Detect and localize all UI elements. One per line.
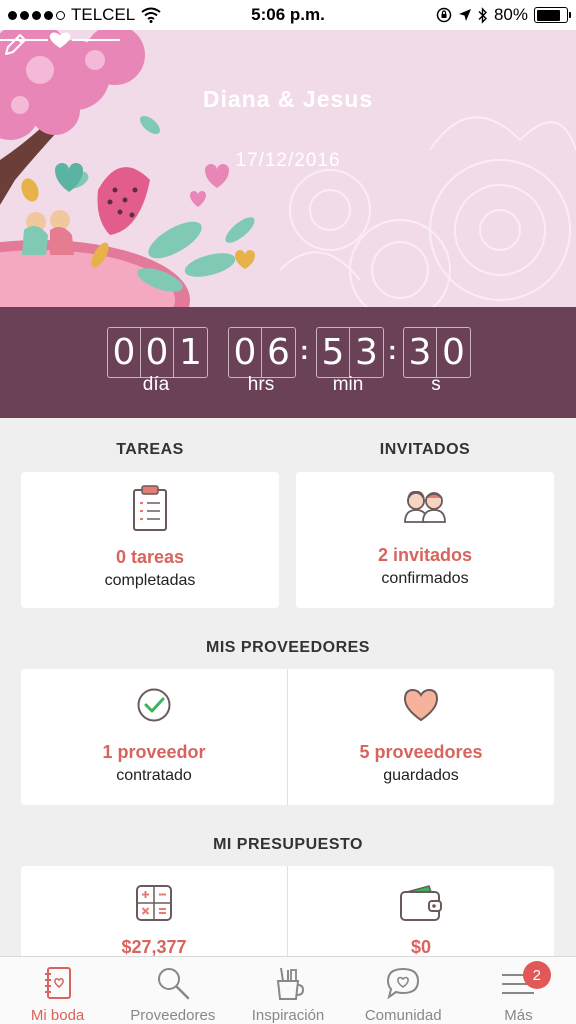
spent-budget-value: $0 bbox=[410, 937, 432, 957]
search-icon bbox=[157, 968, 190, 1000]
seconds-digit: 3 bbox=[404, 328, 437, 377]
vendors-card: 1 proveedor contratado 5 proveedores gua… bbox=[21, 669, 554, 805]
tab-label: Mi boda bbox=[30, 1007, 85, 1024]
saved-vendors-label: guardados bbox=[383, 767, 459, 784]
hired-vendors-count: 1 proveedor bbox=[102, 742, 206, 762]
days-digit: 0 bbox=[141, 328, 174, 377]
tab-label: Proveedores bbox=[130, 1007, 216, 1024]
notification-badge: 2 bbox=[522, 961, 551, 989]
status-time: 5:06 p.m. bbox=[251, 5, 325, 24]
seconds-counter: 3 0 bbox=[403, 327, 471, 378]
minutes-label: min bbox=[332, 374, 364, 395]
tasks-label: completadas bbox=[104, 572, 196, 589]
days-label: día bbox=[142, 374, 170, 395]
days-digit: 0 bbox=[108, 328, 141, 377]
hours-counter: 0 6 bbox=[228, 327, 296, 378]
vendors-section-title: MIS PROVEEDORES bbox=[206, 639, 370, 656]
days-digit: 1 bbox=[179, 332, 202, 373]
tasks-count: 0 tareas bbox=[115, 547, 185, 567]
estimated-budget-value: $27,377 bbox=[121, 937, 187, 957]
heart-chat-icon bbox=[387, 967, 420, 1000]
tab-label: Inspiración bbox=[251, 1007, 325, 1024]
signal-strength-icon bbox=[8, 10, 65, 20]
saved-vendors-count: 5 proveedores bbox=[359, 742, 483, 762]
time-separator: : bbox=[388, 335, 397, 365]
estimated-budget-cell[interactable]: $27,377 bbox=[21, 884, 287, 958]
hired-vendors-label: contratado bbox=[116, 767, 192, 784]
seconds-digit: 0 bbox=[442, 332, 465, 373]
tab-proveedores[interactable]: Proveedores bbox=[115, 957, 230, 1024]
status-bar: TELCEL 5:06 p.m. 80% bbox=[0, 0, 576, 30]
minutes-digit: 3 bbox=[355, 332, 378, 373]
guests-count: 2 invitados bbox=[377, 545, 473, 565]
battery-percent: 80% bbox=[493, 5, 528, 24]
budget-section-title: MI PRESUPUESTO bbox=[213, 836, 363, 853]
carrier-name: TELCEL bbox=[71, 5, 136, 24]
wallet-icon bbox=[400, 885, 442, 921]
calculator-icon bbox=[136, 885, 172, 921]
hours-digit: 0 bbox=[229, 328, 262, 377]
battery-icon bbox=[534, 7, 571, 23]
tab-comunidad[interactable]: Comunidad bbox=[346, 957, 461, 1024]
bottom-tab-bar: Mi boda Proveedores Inspiración Comunida… bbox=[0, 956, 576, 1024]
tab-label: Más bbox=[504, 1007, 533, 1024]
wedding-date: 17/12/2016 bbox=[235, 150, 341, 171]
location-arrow-icon bbox=[458, 9, 471, 21]
tasks-card[interactable]: 0 tareas completadas bbox=[21, 472, 279, 608]
hired-vendors-cell[interactable]: 1 proveedor contratado bbox=[21, 687, 287, 785]
notebook-icon bbox=[44, 967, 71, 999]
budget-card: $27,377 $0 bbox=[21, 866, 554, 966]
tasks-section-title: TAREAS bbox=[116, 441, 184, 458]
seconds-label: s bbox=[431, 374, 441, 395]
clipboard-checklist-icon bbox=[133, 485, 167, 531]
tab-inspiracion[interactable]: Inspiración bbox=[230, 957, 345, 1024]
couple-names: Diana & Jesus bbox=[202, 86, 374, 112]
minutes-digit: 5 bbox=[317, 328, 350, 377]
days-counter: 0 0 1 bbox=[107, 327, 208, 378]
rotation-lock-icon bbox=[436, 7, 452, 23]
guests-section-title: INVITADOS bbox=[379, 441, 471, 458]
bluetooth-icon bbox=[478, 6, 487, 24]
check-circle-icon bbox=[137, 688, 171, 722]
spent-budget-cell[interactable]: $0 bbox=[288, 884, 554, 958]
hero-banner: Diana & Jesus 17/12/2016 bbox=[0, 30, 576, 307]
minutes-counter: 5 3 bbox=[316, 327, 384, 378]
tab-label: Comunidad bbox=[364, 1007, 442, 1024]
guests-label: confirmados bbox=[381, 570, 469, 587]
hours-label: hrs bbox=[247, 374, 275, 395]
wifi-icon bbox=[141, 7, 161, 23]
saved-vendors-cell[interactable]: 5 proveedores guardados bbox=[288, 687, 554, 785]
guests-card[interactable]: 2 invitados confirmados bbox=[296, 472, 554, 608]
hours-digit: 6 bbox=[267, 332, 290, 373]
heart-icon bbox=[403, 688, 439, 722]
tab-mas[interactable]: 2 Más bbox=[461, 957, 576, 1024]
edit-pencil-icon[interactable] bbox=[0, 30, 30, 60]
couple-guests-icon bbox=[404, 491, 446, 523]
pencil-cup-icon bbox=[276, 967, 305, 1000]
countdown-timer: 0 0 1 0 6 : 5 3 : 3 0 día hrs min s bbox=[0, 307, 576, 418]
tab-mi-boda[interactable]: Mi boda bbox=[0, 957, 115, 1024]
time-separator: : bbox=[300, 335, 309, 365]
